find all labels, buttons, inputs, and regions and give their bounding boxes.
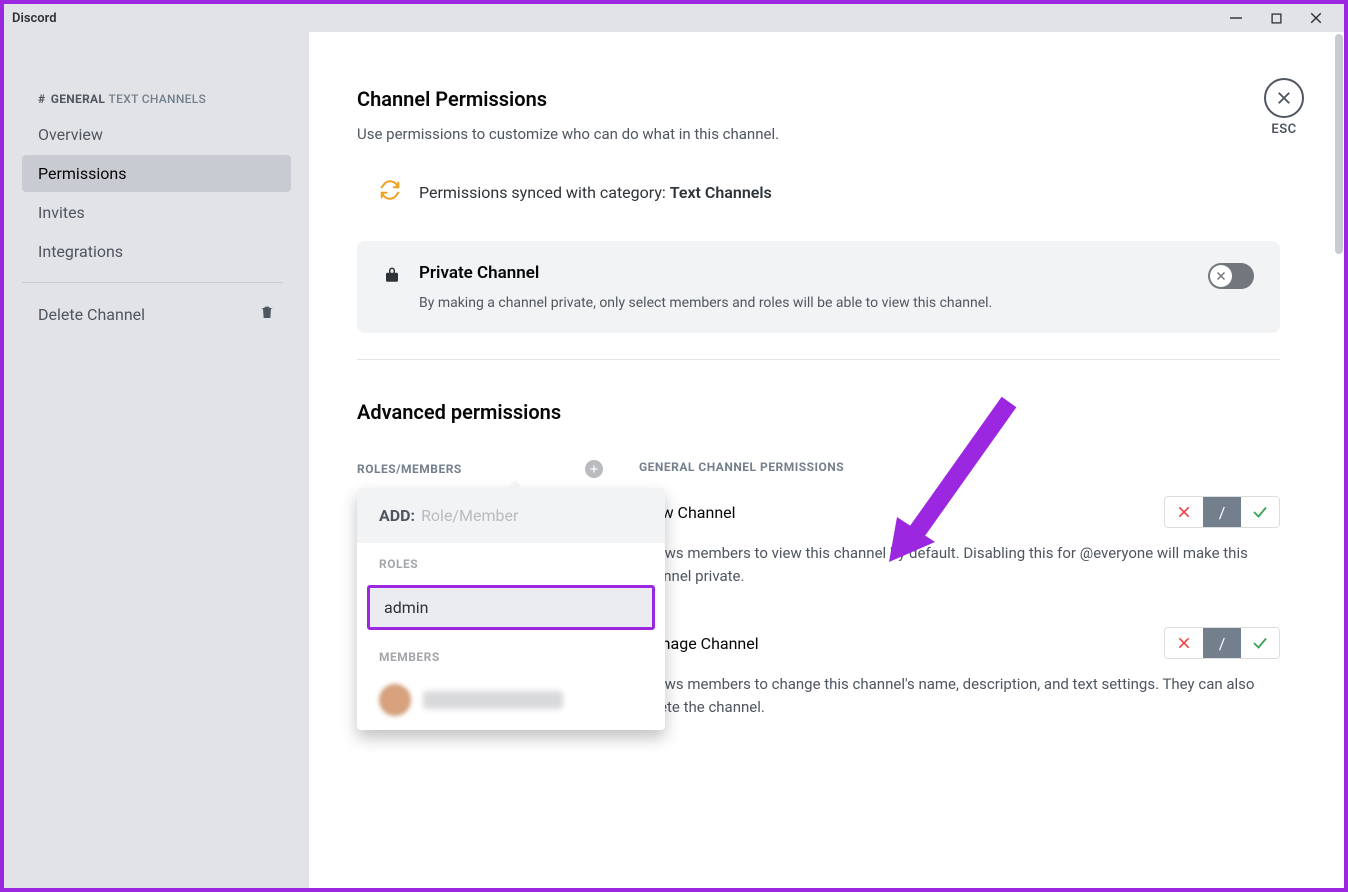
avatar [379, 684, 411, 716]
private-channel-toggle[interactable] [1208, 263, 1254, 289]
maximize-button[interactable] [1256, 6, 1296, 30]
deny-button[interactable] [1165, 497, 1203, 527]
members-section-label: MEMBERS [379, 650, 643, 664]
permission-toggle-manage-channel[interactable]: / [1164, 627, 1280, 659]
page-title: Channel Permissions [357, 87, 1280, 111]
private-channel-box: Private Channel By making a channel priv… [357, 241, 1280, 333]
allow-button[interactable] [1241, 628, 1279, 658]
member-option[interactable] [357, 678, 665, 730]
sync-icon [379, 179, 401, 205]
roles-header-label: ROLES/MEMBERS [357, 462, 462, 476]
window-title: Discord [12, 11, 57, 26]
add-role-popout: ADD: Role/Member ROLES admin MEMBERS [357, 488, 665, 730]
content-area: ESC Channel Permissions Use permissions … [309, 32, 1344, 888]
private-title: Private Channel [419, 263, 992, 283]
neutral-button[interactable]: / [1203, 628, 1241, 658]
advanced-title: Advanced permissions [357, 400, 1280, 424]
close-settings-button[interactable]: ESC [1264, 78, 1304, 137]
permissions-header-label: GENERAL CHANNEL PERMISSIONS [639, 460, 1280, 474]
titlebar: Discord [4, 4, 1344, 32]
role-search-input[interactable]: Role/Member [421, 506, 518, 525]
sidebar-item-overview[interactable]: Overview [22, 116, 291, 153]
sidebar-header: # GENERAL TEXT CHANNELS [22, 92, 291, 106]
sync-status: Permissions synced with category: Text C… [357, 179, 1280, 205]
private-description: By making a channel private, only select… [419, 295, 992, 311]
plus-icon [588, 463, 600, 475]
sidebar-item-integrations[interactable]: Integrations [22, 233, 291, 270]
sidebar-item-permissions[interactable]: Permissions [22, 155, 291, 192]
roles-members-column: ROLES/MEMBERS ADD: Role/Member [357, 460, 603, 758]
sidebar: # GENERAL TEXT CHANNELS Overview Permiss… [4, 32, 309, 888]
permission-toggle-view-channel[interactable]: / [1164, 496, 1280, 528]
neutral-button[interactable]: / [1203, 497, 1241, 527]
trash-icon [259, 304, 275, 324]
permission-item-view-channel: View Channel / [639, 496, 1280, 587]
permission-item-manage-channel: Manage Channel / [639, 627, 1280, 718]
hash-icon: # [38, 92, 45, 106]
popout-search: ADD: Role/Member [357, 488, 665, 543]
window-controls [1216, 6, 1336, 30]
sidebar-item-invites[interactable]: Invites [22, 194, 291, 231]
divider [22, 282, 283, 283]
close-icon [1275, 89, 1293, 107]
page-description: Use permissions to customize who can do … [357, 125, 1280, 143]
deny-button[interactable] [1165, 628, 1203, 658]
lock-icon [383, 263, 401, 288]
allow-button[interactable] [1241, 497, 1279, 527]
toggle-off-icon [1215, 270, 1227, 282]
divider [357, 359, 1280, 360]
scrollbar[interactable] [1335, 34, 1343, 254]
close-window-button[interactable] [1296, 6, 1336, 30]
minimize-button[interactable] [1216, 6, 1256, 30]
permissions-column: GENERAL CHANNEL PERMISSIONS View Channel… [639, 460, 1280, 758]
add-role-button[interactable] [585, 460, 603, 478]
roles-section-label: ROLES [379, 557, 643, 571]
role-option-admin[interactable]: admin [367, 585, 655, 630]
sidebar-item-delete-channel[interactable]: Delete Channel [22, 295, 291, 333]
member-name [423, 691, 563, 709]
